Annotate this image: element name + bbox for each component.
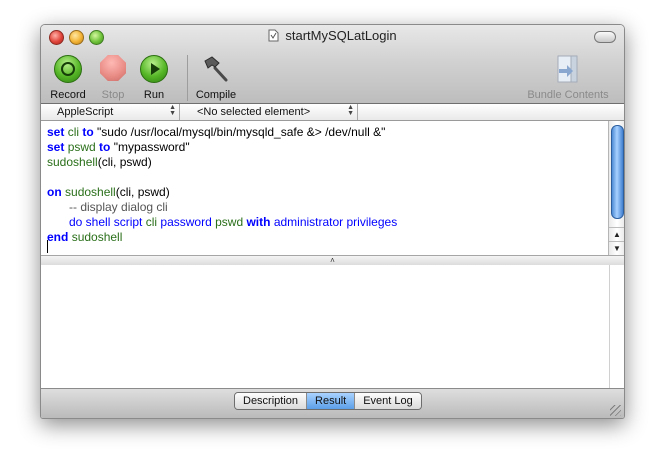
popup-arrows-icon: ▲ ▼ bbox=[169, 104, 176, 117]
window-title-bar: startMySQLatLogin bbox=[41, 28, 624, 45]
result-pane[interactable] bbox=[41, 265, 624, 388]
compile-label: Compile bbox=[195, 89, 237, 101]
bundle-contents-button[interactable]: Bundle Contents bbox=[527, 55, 609, 101]
result-divider bbox=[609, 265, 610, 388]
window-title: startMySQLatLogin bbox=[285, 28, 397, 43]
resize-grip-icon[interactable] bbox=[610, 405, 621, 416]
toolbar-toggle-button[interactable] bbox=[594, 31, 616, 43]
code-line: on sudoshell(cli, pswd) bbox=[47, 185, 170, 199]
language-popup[interactable]: AppleScript ▲ ▼ bbox=[41, 104, 180, 120]
code-line: do shell script cli password pswd with a… bbox=[69, 215, 398, 229]
language-value: AppleScript bbox=[57, 106, 114, 118]
editor-scrollbar[interactable]: ▲ ▼ bbox=[608, 121, 624, 256]
toolbar-separator bbox=[187, 55, 188, 101]
element-value: <No selected element> bbox=[197, 106, 311, 118]
text-caret bbox=[47, 240, 48, 253]
script-editor-window: startMySQLatLogin Record Stop Run Compil… bbox=[40, 24, 625, 419]
script-editor[interactable]: set cli to "sudo /usr/local/mysql/bin/my… bbox=[41, 121, 608, 255]
scroll-down-arrow-icon[interactable]: ▼ bbox=[609, 241, 624, 256]
tab-event-log[interactable]: Event Log bbox=[355, 393, 421, 409]
code-line: end sudoshell bbox=[47, 230, 123, 244]
run-label: Run bbox=[143, 89, 165, 101]
stop-label: Stop bbox=[101, 89, 125, 101]
result-tabs: Description Result Event Log bbox=[234, 392, 422, 410]
document-icon bbox=[268, 29, 279, 45]
tab-description[interactable]: Description bbox=[235, 393, 308, 409]
stop-button[interactable]: Stop bbox=[98, 55, 128, 101]
code-line: -- display dialog cli bbox=[69, 200, 168, 214]
code-line: sudoshell(cli, pswd) bbox=[47, 155, 152, 169]
record-button[interactable]: Record bbox=[50, 55, 86, 101]
element-popup[interactable]: <No selected element> ▲ ▼ bbox=[179, 104, 358, 120]
popup-arrows-icon: ▲ ▼ bbox=[347, 104, 354, 117]
scroll-up-arrow-icon[interactable]: ▲ bbox=[609, 227, 624, 242]
tab-result[interactable]: Result bbox=[307, 393, 356, 409]
scrollbar-thumb[interactable] bbox=[611, 125, 624, 219]
compile-button[interactable]: Compile bbox=[196, 55, 236, 101]
toolbar-area: startMySQLatLogin Record Stop Run Compil… bbox=[41, 25, 624, 104]
record-icon bbox=[54, 55, 82, 83]
code-line: set cli to "sudo /usr/local/mysql/bin/my… bbox=[47, 125, 386, 139]
code-line: set pswd to "mypassword" bbox=[47, 140, 190, 154]
bundle-contents-label: Bundle Contents bbox=[527, 89, 609, 101]
bottom-bar: Description Result Event Log bbox=[41, 388, 624, 418]
record-label: Record bbox=[50, 89, 86, 101]
bundle-contents-icon bbox=[556, 55, 580, 85]
splitter-handle-icon: ˄ bbox=[330, 256, 335, 265]
navigation-bar: AppleScript ▲ ▼ <No selected element> ▲ ▼ bbox=[41, 104, 624, 121]
hammer-icon bbox=[201, 55, 231, 83]
stop-icon bbox=[100, 55, 126, 81]
run-button[interactable]: Run bbox=[139, 55, 169, 101]
run-icon bbox=[140, 55, 168, 83]
